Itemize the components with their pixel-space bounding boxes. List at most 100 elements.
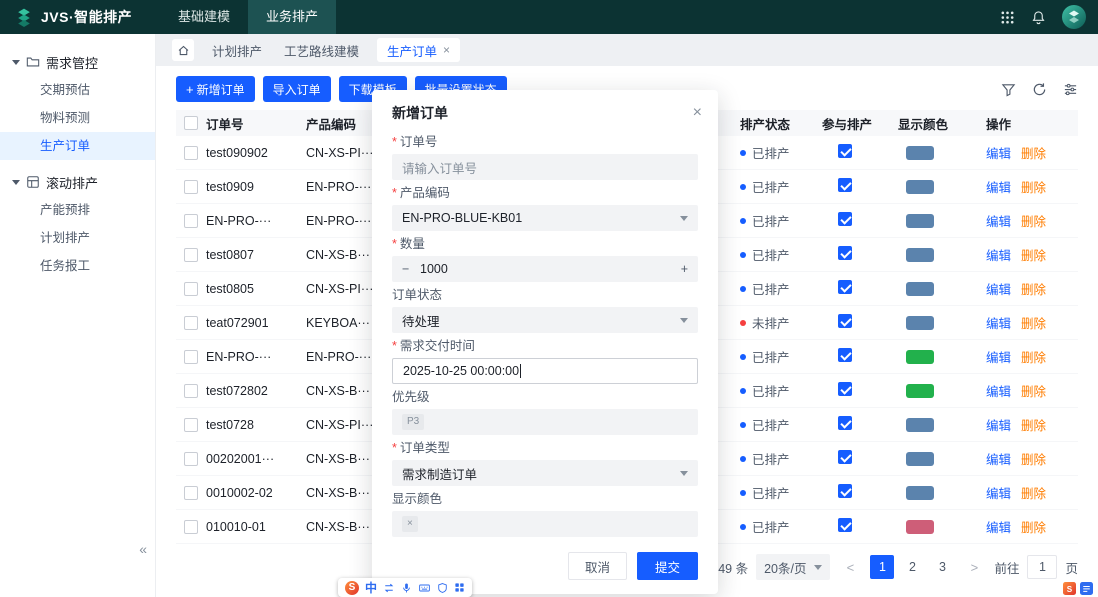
- participate-checkbox[interactable]: [838, 450, 852, 464]
- mic-icon[interactable]: [401, 582, 412, 594]
- ime-mode-toggle[interactable]: 中: [365, 579, 377, 596]
- select-input[interactable]: 需求制造订单: [392, 460, 698, 486]
- row-checkbox[interactable]: [184, 486, 198, 500]
- row-checkbox[interactable]: [184, 350, 198, 364]
- sidebar-group[interactable]: 滚动排产: [0, 168, 155, 196]
- sidebar-item[interactable]: 产能预排: [0, 196, 155, 224]
- plus-button[interactable]: +: [681, 262, 688, 276]
- delete-link[interactable]: 删除: [1021, 143, 1046, 162]
- goto-page-input[interactable]: 1: [1027, 555, 1057, 579]
- row-checkbox[interactable]: [184, 418, 198, 432]
- row-checkbox[interactable]: [184, 520, 198, 534]
- row-checkbox[interactable]: [184, 214, 198, 228]
- edit-link[interactable]: 编辑: [986, 143, 1011, 162]
- delete-link[interactable]: 删除: [1021, 517, 1046, 536]
- sidebar-item[interactable]: 交期预估: [0, 76, 155, 104]
- participate-checkbox[interactable]: [838, 212, 852, 226]
- tab-item[interactable]: 计划排产: [208, 38, 266, 62]
- participate-checkbox[interactable]: [838, 144, 852, 158]
- sidebar-item[interactable]: 生产订单: [0, 132, 155, 160]
- toolbox-icon[interactable]: [454, 582, 465, 593]
- top-nav-item[interactable]: 基础建模: [160, 0, 248, 34]
- edit-link[interactable]: 编辑: [986, 517, 1011, 536]
- delete-link[interactable]: 删除: [1021, 347, 1046, 366]
- participate-checkbox[interactable]: [838, 314, 852, 328]
- ime-tray-icon[interactable]: [1080, 582, 1093, 595]
- delete-link[interactable]: 删除: [1021, 177, 1046, 196]
- sidebar-group[interactable]: 需求管控: [0, 48, 155, 76]
- datetime-input[interactable]: 2025-10-25 00:00:00: [392, 358, 698, 384]
- delete-link[interactable]: 删除: [1021, 245, 1046, 264]
- participate-checkbox[interactable]: [838, 178, 852, 192]
- edit-link[interactable]: 编辑: [986, 449, 1011, 468]
- user-avatar[interactable]: [1062, 5, 1086, 29]
- select-input[interactable]: EN-PRO-BLUE-KB01: [392, 205, 698, 231]
- submit-button[interactable]: 提交: [637, 552, 698, 580]
- bell-icon[interactable]: [1031, 10, 1046, 25]
- filter-icon[interactable]: [1001, 82, 1016, 97]
- edit-link[interactable]: 编辑: [986, 279, 1011, 298]
- row-checkbox[interactable]: [184, 282, 198, 296]
- tab-item[interactable]: 工艺路线建模: [280, 38, 363, 62]
- delete-link[interactable]: 删除: [1021, 279, 1046, 298]
- row-checkbox[interactable]: [184, 316, 198, 330]
- edit-link[interactable]: 编辑: [986, 177, 1011, 196]
- keyboard-icon[interactable]: [418, 582, 431, 594]
- select-input[interactable]: 待处理: [392, 307, 698, 333]
- sidebar-item[interactable]: 任务报工: [0, 252, 155, 280]
- select-all-checkbox[interactable]: [184, 116, 198, 130]
- edit-link[interactable]: 编辑: [986, 347, 1011, 366]
- text-input[interactable]: 请输入订单号: [392, 154, 698, 180]
- sogou-logo-icon[interactable]: S: [345, 581, 359, 595]
- participate-checkbox[interactable]: [838, 518, 852, 532]
- refresh-icon[interactable]: [1032, 82, 1047, 97]
- participate-checkbox[interactable]: [838, 348, 852, 362]
- delete-link[interactable]: 删除: [1021, 381, 1046, 400]
- prev-page-button[interactable]: <: [838, 555, 862, 579]
- top-nav-item[interactable]: 业务排产: [248, 0, 336, 34]
- delete-link[interactable]: 删除: [1021, 313, 1046, 332]
- toolbar-button[interactable]: +新增订单: [176, 76, 255, 102]
- number-stepper[interactable]: −1000+: [392, 256, 698, 282]
- sidebar-collapse-button[interactable]: «: [139, 541, 147, 557]
- sidebar-item[interactable]: 物料预测: [0, 104, 155, 132]
- edit-link[interactable]: 编辑: [986, 245, 1011, 264]
- delete-link[interactable]: 删除: [1021, 449, 1046, 468]
- page-number[interactable]: 1: [870, 555, 894, 579]
- participate-checkbox[interactable]: [838, 484, 852, 498]
- page-size-select[interactable]: 20条/页: [756, 554, 830, 580]
- participate-checkbox[interactable]: [838, 246, 852, 260]
- row-checkbox[interactable]: [184, 146, 198, 160]
- sogou-tray-icon[interactable]: S: [1063, 582, 1076, 595]
- next-page-button[interactable]: >: [962, 555, 986, 579]
- page-number[interactable]: 3: [930, 555, 954, 579]
- edit-link[interactable]: 编辑: [986, 313, 1011, 332]
- participate-checkbox[interactable]: [838, 280, 852, 294]
- cancel-button[interactable]: 取消: [568, 552, 627, 580]
- minus-button[interactable]: −: [402, 262, 414, 276]
- tag-input[interactable]: ×: [392, 511, 698, 537]
- delete-link[interactable]: 删除: [1021, 483, 1046, 502]
- page-number[interactable]: 2: [900, 555, 924, 579]
- participate-checkbox[interactable]: [838, 416, 852, 430]
- delete-link[interactable]: 删除: [1021, 415, 1046, 434]
- row-checkbox[interactable]: [184, 452, 198, 466]
- row-checkbox[interactable]: [184, 180, 198, 194]
- row-checkbox[interactable]: [184, 248, 198, 262]
- delete-link[interactable]: 删除: [1021, 211, 1046, 230]
- participate-checkbox[interactable]: [838, 382, 852, 396]
- swap-icon[interactable]: [383, 582, 395, 594]
- toolbar-button[interactable]: 导入订单: [263, 76, 331, 102]
- edit-link[interactable]: 编辑: [986, 415, 1011, 434]
- tab-active[interactable]: 生产订单×: [377, 38, 460, 62]
- row-checkbox[interactable]: [184, 384, 198, 398]
- tag-input[interactable]: P3: [392, 409, 698, 435]
- home-tab[interactable]: [172, 39, 194, 61]
- column-settings-icon[interactable]: [1063, 82, 1078, 97]
- apps-grid-icon[interactable]: [1000, 10, 1015, 25]
- sidebar-item[interactable]: 计划排产: [0, 224, 155, 252]
- edit-link[interactable]: 编辑: [986, 483, 1011, 502]
- shield-icon[interactable]: [437, 582, 448, 594]
- edit-link[interactable]: 编辑: [986, 211, 1011, 230]
- close-icon[interactable]: ×: [693, 105, 702, 121]
